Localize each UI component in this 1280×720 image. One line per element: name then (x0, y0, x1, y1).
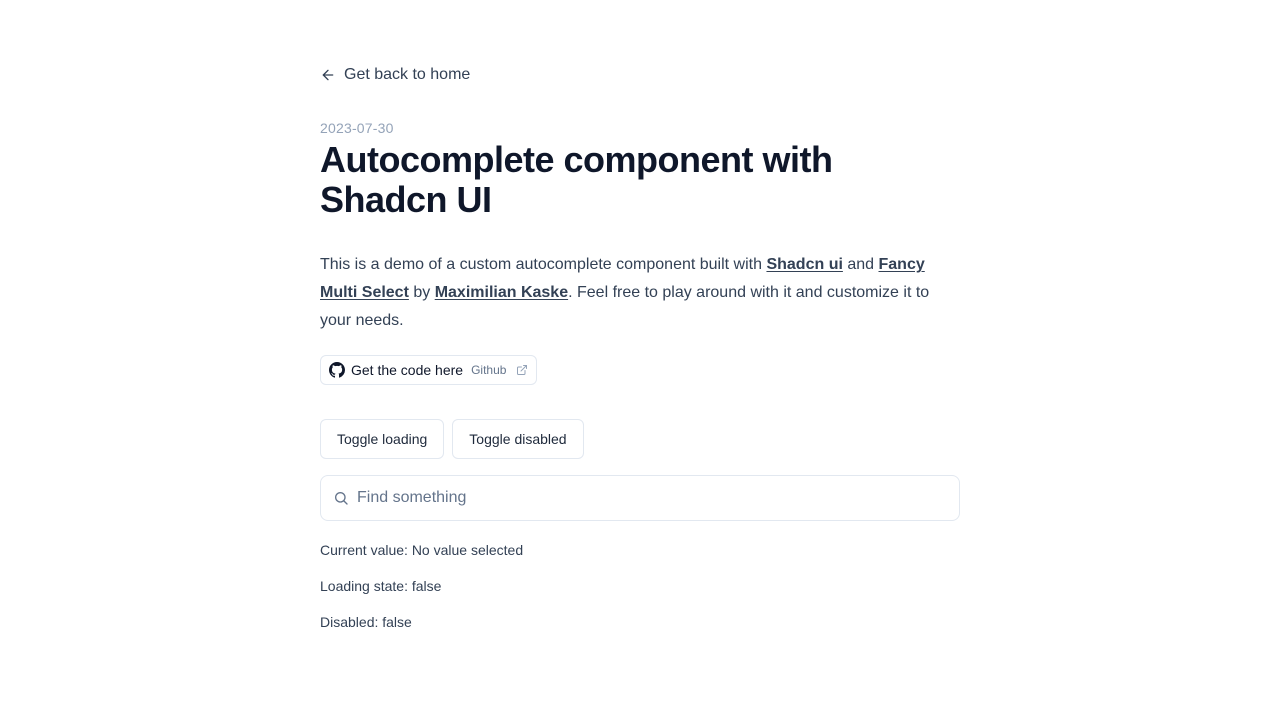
shadcn-ui-link[interactable]: Shadcn ui (766, 256, 842, 273)
desc-text-2: and (842, 256, 879, 273)
toggle-disabled-button[interactable]: Toggle disabled (452, 419, 584, 459)
author-link[interactable]: Maximilian Kaske (435, 284, 568, 301)
disabled-state-text: Disabled: false (320, 614, 412, 630)
back-home-label: Get back to home (344, 66, 471, 83)
toggle-loading-button[interactable]: Toggle loading (320, 419, 445, 459)
post-date: 2023-07-30 (320, 120, 394, 136)
page-title: Autocomplete component with Shadcn UI (320, 139, 833, 220)
toggle-controls: Toggle loading Toggle disabled (320, 419, 584, 459)
external-link-icon (517, 365, 528, 375)
loading-state-text: Loading state: false (320, 578, 442, 594)
get-code-label: Get the code here (351, 362, 464, 378)
github-icon (329, 362, 345, 378)
desc-text-1: This is a demo of a custom autocomplete … (320, 256, 767, 273)
autocomplete-input[interactable] (357, 489, 947, 507)
search-icon (335, 492, 348, 505)
desc-text-3: by (408, 284, 435, 301)
post-description: This is a demo of a custom autocomplete … (320, 251, 960, 335)
autocomplete-field[interactable] (320, 475, 960, 521)
github-sub-label: Github (471, 363, 507, 377)
arrow-left-icon (322, 69, 334, 81)
get-code-button[interactable]: Get the code here Github (320, 355, 538, 385)
back-home-link[interactable]: Get back to home (320, 66, 470, 84)
current-value-text: Current value: No value selected (320, 542, 524, 558)
